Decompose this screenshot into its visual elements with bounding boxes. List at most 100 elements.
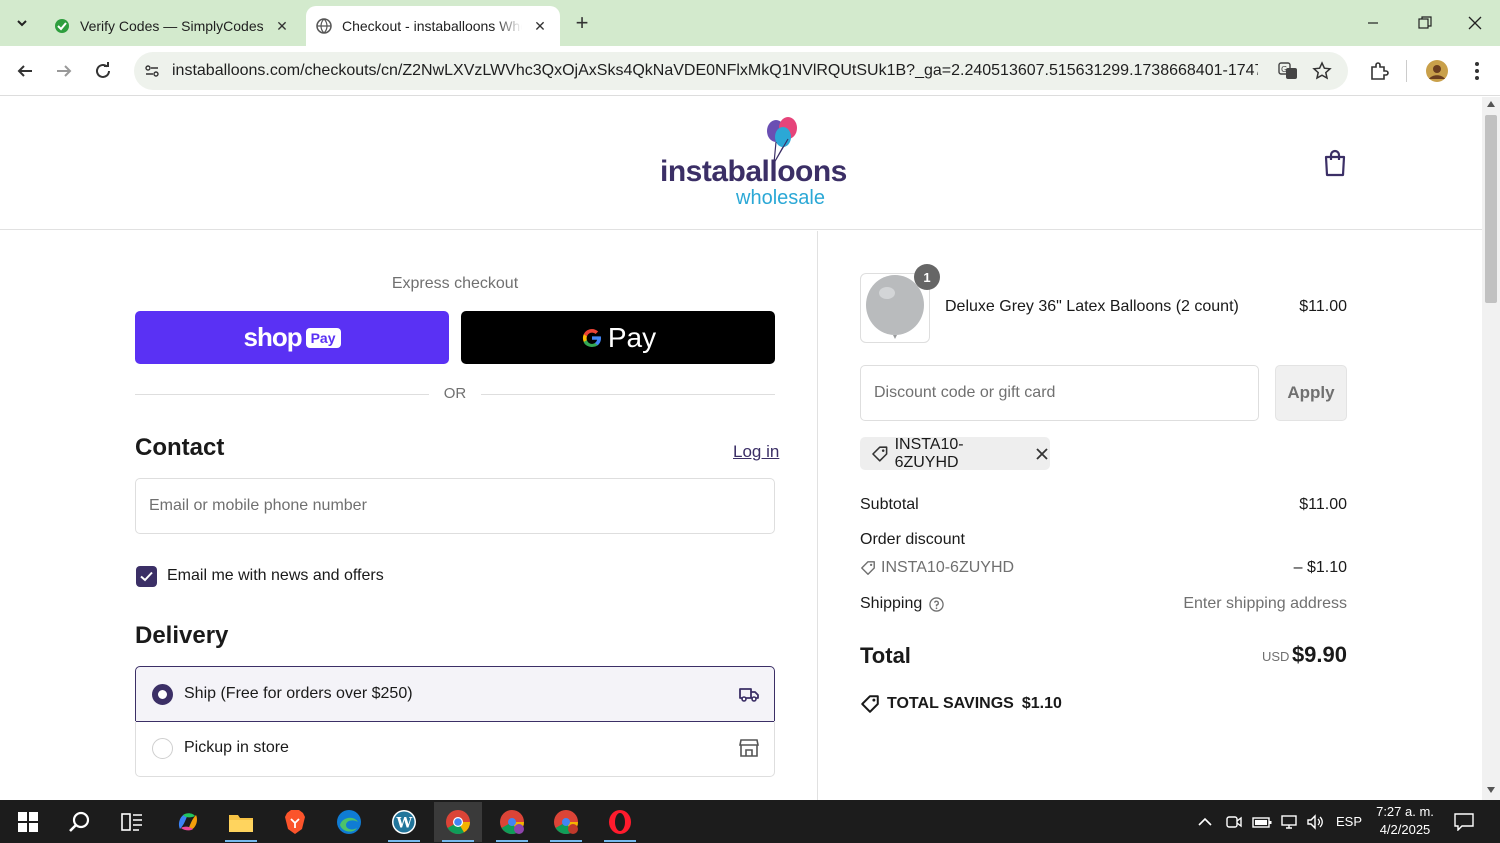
chrome-profile-icon[interactable] bbox=[542, 802, 590, 842]
checkout-form: Express checkout shop Pay Pay OR Contact… bbox=[0, 231, 817, 800]
forward-arrow-icon bbox=[57, 65, 72, 77]
forward-button[interactable] bbox=[49, 56, 79, 86]
brave-browser-icon[interactable] bbox=[271, 802, 319, 842]
puzzle-icon bbox=[1371, 62, 1389, 80]
tab-checkout[interactable]: Checkout - instaballoons Whole ✕ bbox=[306, 6, 560, 46]
express-checkout-label: Express checkout bbox=[391, 275, 519, 292]
cart-bag-icon[interactable] bbox=[1322, 149, 1348, 177]
close-tab-icon[interactable]: ✕ bbox=[272, 16, 292, 36]
delivery-option-pickup[interactable]: Pickup in store bbox=[135, 721, 775, 777]
close-tab-icon[interactable]: ✕ bbox=[530, 16, 550, 36]
notifications-button[interactable] bbox=[1442, 802, 1486, 842]
system-tray: ESP bbox=[1198, 800, 1362, 843]
edge-browser-icon[interactable] bbox=[325, 802, 373, 842]
reload-button[interactable] bbox=[88, 56, 118, 86]
tab-strip: Verify Codes — SimplyCodes ✕ Checkout - … bbox=[0, 0, 1500, 46]
volume-icon[interactable] bbox=[1306, 813, 1324, 830]
battery-icon[interactable] bbox=[1252, 815, 1272, 829]
close-window-icon[interactable] bbox=[1460, 8, 1490, 38]
news-offers-label: Email me with news and offers bbox=[167, 567, 384, 584]
back-button[interactable] bbox=[10, 56, 40, 86]
remove-discount-icon[interactable] bbox=[1034, 446, 1050, 462]
tab-search-button[interactable] bbox=[8, 9, 36, 37]
browser-toolbar: instaballoons.com/checkouts/cn/Z2NwLXVzL… bbox=[0, 46, 1500, 96]
site-header: instaballoons wholesale bbox=[0, 97, 1482, 230]
chrome-browser-icon[interactable] bbox=[434, 802, 482, 842]
translate-icon[interactable]: G bbox=[1278, 62, 1298, 80]
word-app-icon[interactable]: W bbox=[380, 802, 428, 842]
globe-icon bbox=[316, 18, 332, 34]
shop-pay-wordmark: shop bbox=[243, 322, 302, 352]
windows-logo-icon bbox=[18, 812, 38, 832]
scroll-up-icon[interactable] bbox=[1487, 101, 1495, 107]
pickup-radio[interactable] bbox=[152, 738, 173, 759]
discount-code-text: INSTA10-6ZUYHD bbox=[881, 559, 1015, 576]
store-icon bbox=[738, 737, 760, 759]
toolbar-divider bbox=[1406, 60, 1407, 82]
instaballoons-logo[interactable]: instaballoons wholesale bbox=[658, 115, 847, 215]
help-circle-icon[interactable] bbox=[929, 596, 944, 612]
simplycodes-favicon-icon bbox=[54, 18, 70, 34]
shipping-label: Shipping bbox=[860, 595, 923, 612]
news-offers-checkbox[interactable] bbox=[136, 566, 157, 587]
task-view-icon bbox=[121, 813, 142, 831]
new-tab-button[interactable]: + bbox=[570, 10, 594, 35]
address-bar[interactable]: instaballoons.com/checkouts/cn/Z2NwLXVzL… bbox=[134, 52, 1348, 90]
meet-now-icon[interactable] bbox=[1226, 814, 1242, 830]
google-g-icon bbox=[582, 328, 601, 347]
reload-icon bbox=[96, 62, 110, 78]
discount-code-input[interactable]: Discount code or gift card bbox=[860, 365, 1259, 421]
apply-button[interactable]: Apply bbox=[1275, 365, 1347, 421]
scrollbar-thumb[interactable] bbox=[1485, 115, 1497, 303]
subtotal-label: Subtotal bbox=[860, 496, 919, 513]
copilot-icon[interactable] bbox=[164, 802, 212, 842]
network-icon[interactable] bbox=[1280, 814, 1298, 830]
ship-radio[interactable] bbox=[152, 684, 173, 705]
check-icon bbox=[140, 571, 153, 582]
chevron-up-icon[interactable] bbox=[1198, 817, 1212, 827]
back-arrow-icon bbox=[17, 65, 32, 77]
or-label: OR bbox=[443, 385, 467, 402]
clock-date: 4/2/2025 bbox=[1379, 822, 1431, 837]
applied-code-text: INSTA10-6ZUYHD bbox=[894, 435, 964, 471]
running-indicator bbox=[604, 840, 636, 842]
site-info-icon[interactable] bbox=[144, 63, 160, 79]
extensions-button[interactable] bbox=[1364, 56, 1394, 86]
or-separator: OR bbox=[135, 385, 775, 405]
applied-discount-chip: INSTA10-6ZUYHD bbox=[860, 435, 1050, 471]
chrome-profile-icon[interactable] bbox=[488, 802, 536, 842]
menu-kebab-icon[interactable] bbox=[1462, 56, 1492, 86]
total-value: $9.90 bbox=[1291, 642, 1347, 667]
page-scrollbar[interactable] bbox=[1482, 97, 1500, 800]
google-pay-label: Pay bbox=[607, 321, 657, 353]
scroll-down-icon[interactable] bbox=[1487, 787, 1495, 793]
savings-value: $1.10 bbox=[1021, 695, 1062, 712]
clock-time: 7:27 a. m. bbox=[1376, 804, 1434, 819]
bookmark-star-icon[interactable] bbox=[1312, 61, 1332, 81]
url-text: instaballoons.com/checkouts/cn/Z2NwLXVzL… bbox=[172, 62, 1258, 79]
google-pay-button[interactable]: Pay bbox=[461, 311, 775, 364]
file-explorer-icon[interactable] bbox=[217, 802, 265, 842]
profile-avatar[interactable] bbox=[1422, 56, 1452, 86]
tab-title: Checkout - instaballoons Whole bbox=[342, 18, 522, 34]
search-button[interactable] bbox=[56, 802, 104, 842]
discount-placeholder: Discount code or gift card bbox=[874, 384, 1056, 401]
opera-browser-icon[interactable] bbox=[596, 802, 644, 842]
email-placeholder: Email or mobile phone number bbox=[149, 497, 367, 514]
shipping-line: Shipping bbox=[860, 595, 944, 613]
shop-pay-button[interactable]: shop Pay bbox=[135, 311, 449, 364]
svg-text:W: W bbox=[396, 816, 413, 832]
email-field[interactable]: Email or mobile phone number bbox=[135, 478, 775, 534]
log-in-link[interactable]: Log in bbox=[733, 442, 779, 462]
restore-icon[interactable] bbox=[1410, 8, 1440, 38]
tab-simplycodes[interactable]: Verify Codes — SimplyCodes ✕ bbox=[44, 6, 302, 46]
language-indicator[interactable]: ESP bbox=[1336, 814, 1362, 829]
task-view-button[interactable] bbox=[108, 802, 156, 842]
shop-pay-pill: Pay bbox=[305, 327, 341, 348]
minimize-icon[interactable] bbox=[1358, 8, 1388, 38]
clock[interactable]: 7:27 a. m. 4/2/2025 bbox=[1372, 803, 1438, 839]
tag-icon bbox=[872, 445, 888, 462]
checkout-page: instaballoons wholesale Express checkout… bbox=[0, 97, 1482, 800]
delivery-option-ship[interactable]: Ship (Free for orders over $250) bbox=[135, 666, 775, 722]
start-button[interactable] bbox=[4, 802, 52, 842]
